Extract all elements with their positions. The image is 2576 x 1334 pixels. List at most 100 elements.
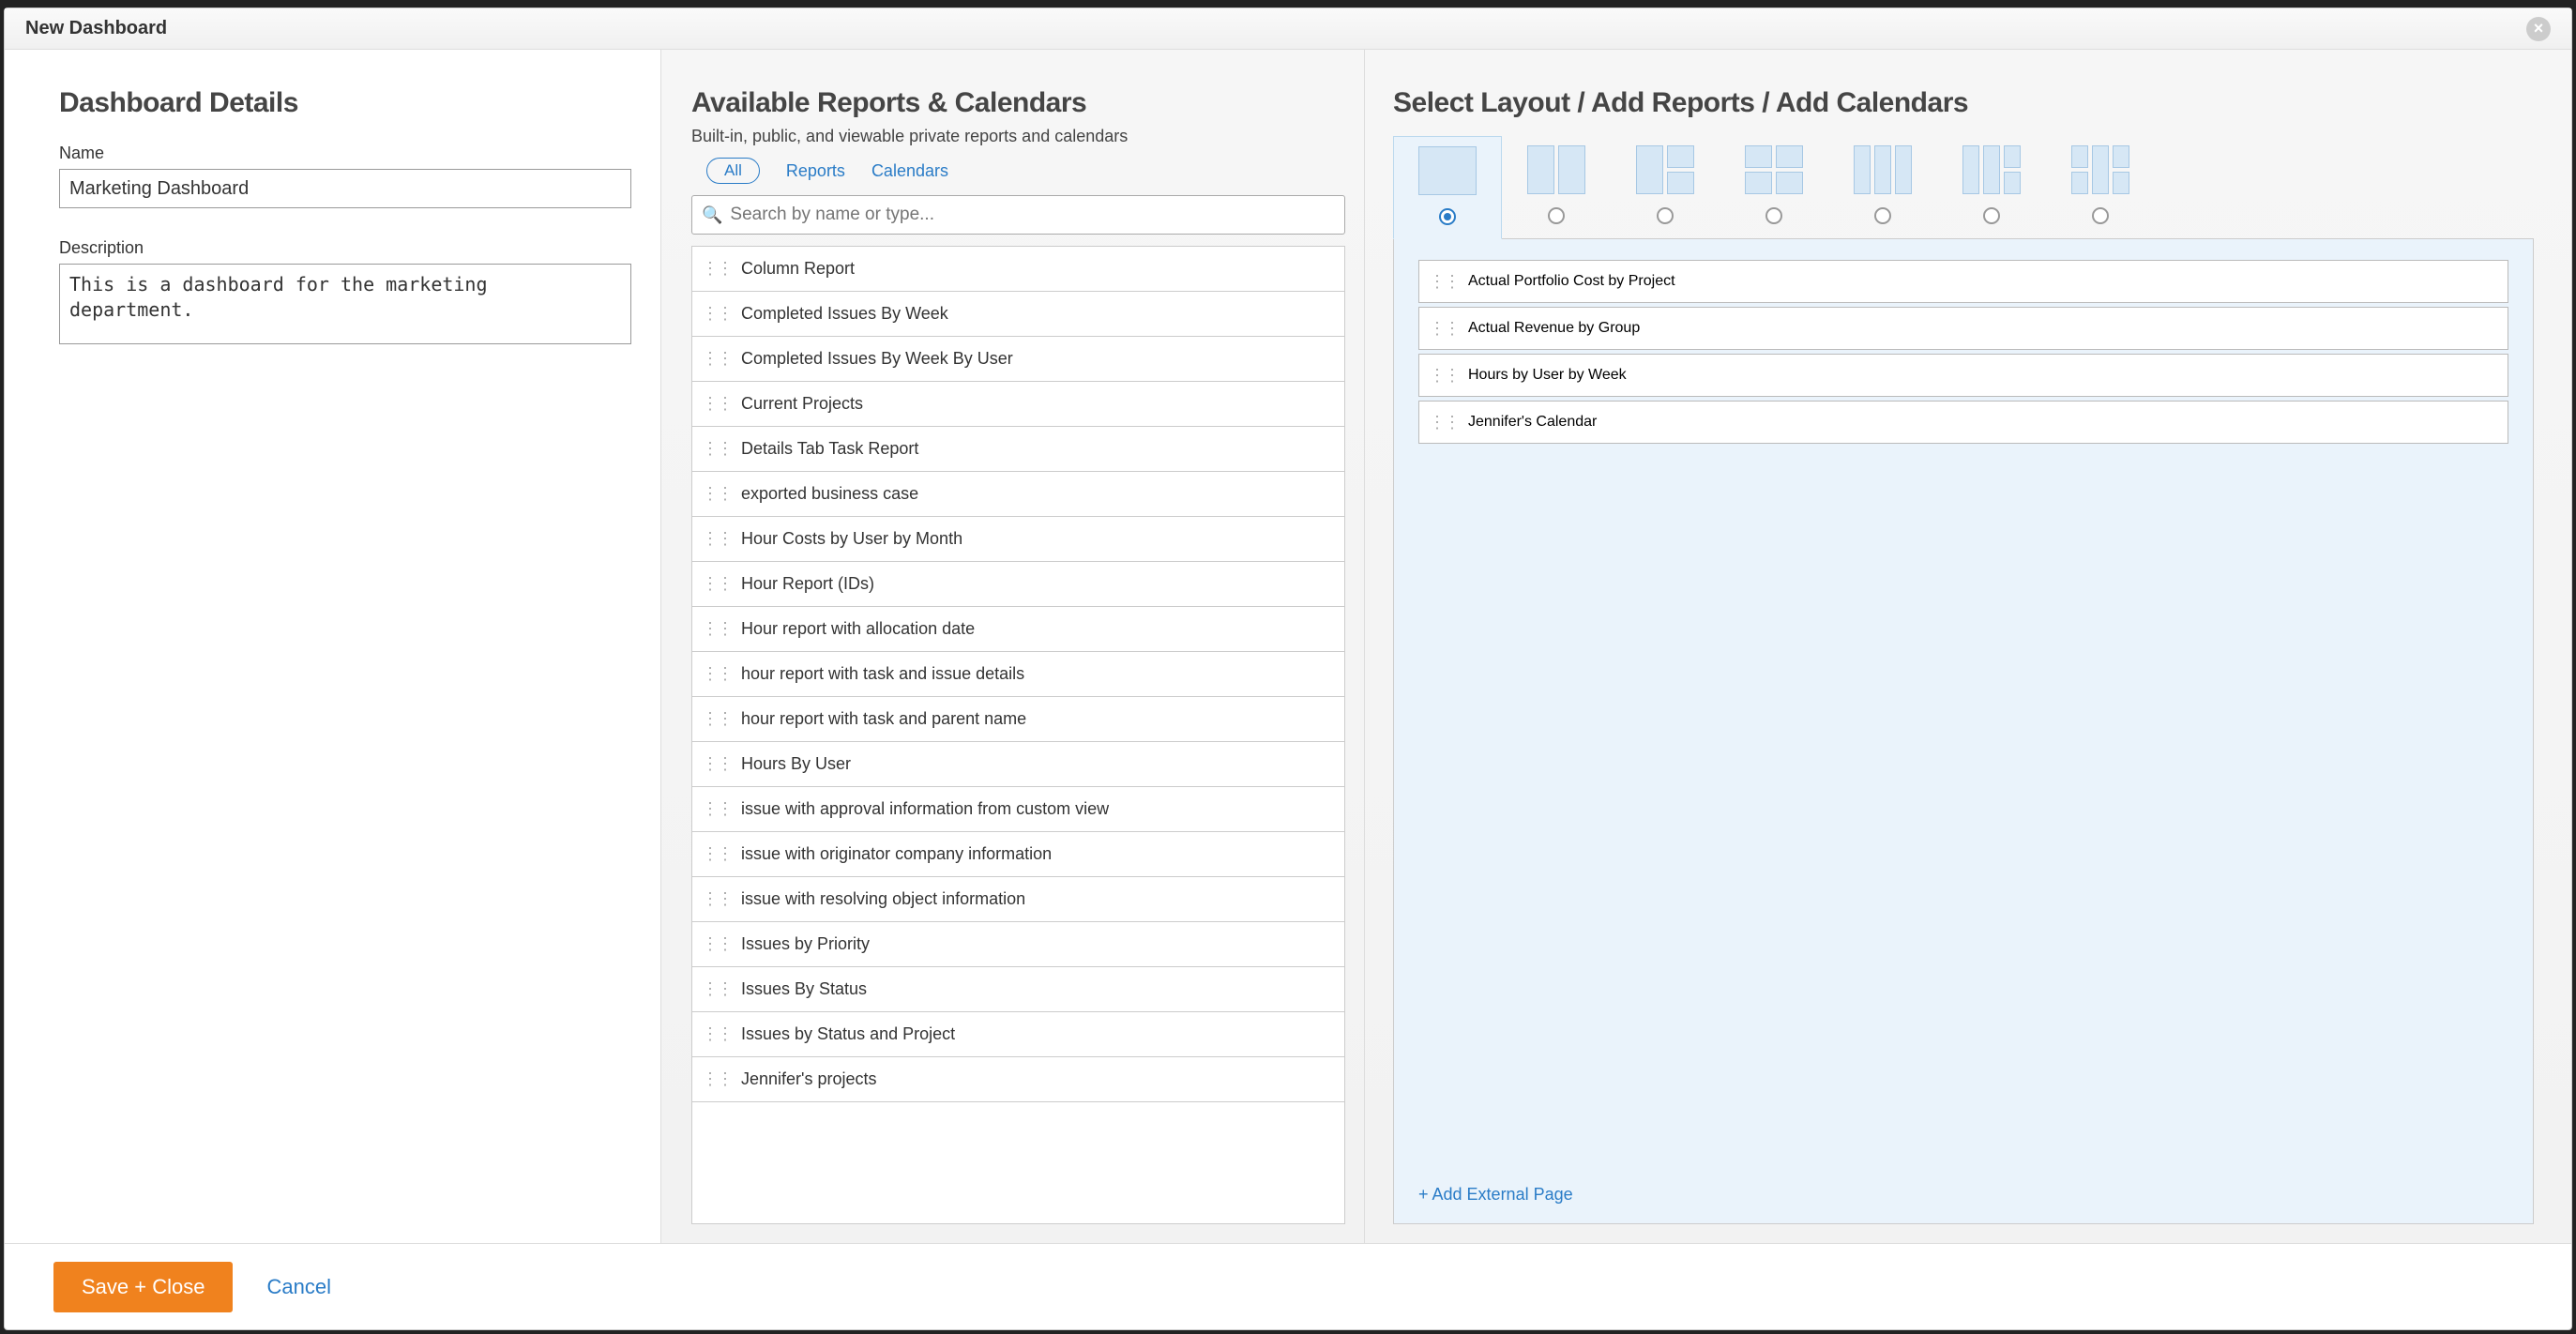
layout-thumbnail-icon	[1527, 145, 1585, 194]
available-item[interactable]: ⋮⋮hour report with task and parent name	[692, 697, 1344, 742]
available-item[interactable]: ⋮⋮ Hour Report (IDs)	[692, 562, 1344, 607]
drag-handle-icon[interactable]: ⋮⋮	[702, 574, 732, 594]
drag-handle-icon[interactable]: ⋮⋮	[1429, 319, 1459, 339]
available-item[interactable]: ⋮⋮Hours By User	[692, 742, 1344, 787]
dropped-list[interactable]: ⋮⋮ Actual Portfolio Cost by Project ⋮⋮ Actu…	[1418, 260, 2508, 1172]
layout-thumbnail-icon	[1745, 145, 1803, 194]
drag-handle-icon[interactable]: ⋮⋮	[702, 709, 732, 729]
dropped-item[interactable]: ⋮⋮ Actual Portfolio Cost by Project	[1418, 260, 2508, 303]
dropped-item[interactable]: ⋮⋮ Jennifer's Calendar	[1418, 401, 2508, 444]
layout-heading: Select Layout / Add Reports / Add Calend…	[1393, 87, 2534, 119]
layout-option[interactable]	[2046, 136, 2155, 238]
available-item-label: Issues by Priority	[741, 934, 870, 954]
available-item-label: Hour Report (IDs)	[741, 574, 874, 594]
description-label: Description	[59, 238, 606, 258]
dropped-item-label: Jennifer's Calendar	[1468, 414, 1597, 431]
available-item[interactable]: ⋮⋮ Column Report	[692, 247, 1344, 292]
layout-radio[interactable]	[1548, 207, 1565, 224]
layout-option[interactable]	[1937, 136, 2046, 238]
drag-handle-icon[interactable]: ⋮⋮	[702, 979, 732, 999]
layout-thumbnail-icon	[2071, 145, 2129, 194]
available-item[interactable]: ⋮⋮exported business case	[692, 472, 1344, 517]
search-box[interactable]: 🔍	[691, 195, 1345, 235]
filter-calendars-button[interactable]: Calendars	[871, 161, 948, 181]
drag-handle-icon[interactable]: ⋮⋮	[702, 259, 732, 279]
available-item-label: Completed Issues By Week By User	[741, 349, 1013, 369]
drag-handle-icon[interactable]: ⋮⋮	[702, 439, 732, 459]
available-item[interactable]: ⋮⋮Completed Issues By Week	[692, 292, 1344, 337]
close-icon[interactable]: ×	[2526, 17, 2551, 41]
drag-handle-icon[interactable]: ⋮⋮	[702, 394, 732, 414]
layout-thumbnail-icon	[1962, 145, 2021, 194]
layout-option[interactable]	[1720, 136, 1828, 238]
drag-handle-icon[interactable]: ⋮⋮	[702, 529, 732, 549]
drag-handle-icon[interactable]: ⋮⋮	[702, 1069, 732, 1089]
filter-reports-button[interactable]: Reports	[786, 161, 845, 181]
save-close-button[interactable]: Save + Close	[53, 1262, 233, 1312]
available-item[interactable]: ⋮⋮Details Tab Task Report	[692, 427, 1344, 472]
layout-thumbnail-icon	[1418, 146, 1477, 195]
drag-handle-icon[interactable]: ⋮⋮	[702, 934, 732, 954]
drag-handle-icon[interactable]: ⋮⋮	[702, 754, 732, 774]
layout-radio[interactable]	[2092, 207, 2109, 224]
dropped-item-label: Actual Portfolio Cost by Project	[1468, 273, 1675, 290]
name-input[interactable]	[59, 169, 631, 208]
available-item-label: issue with originator company informatio…	[741, 844, 1052, 864]
cancel-button[interactable]: Cancel	[266, 1275, 330, 1299]
drag-handle-icon[interactable]: ⋮⋮	[1429, 413, 1459, 432]
available-list[interactable]: ⋮⋮Column Report⋮⋮Completed Issues By Wee…	[691, 246, 1345, 1224]
available-item-label: Hour report with allocation date	[741, 619, 975, 639]
new-dashboard-modal: New Dashboard × Dashboard Details Name D…	[4, 8, 2572, 1330]
modal-body: Dashboard Details Name Description This …	[5, 50, 2571, 1243]
drag-handle-icon[interactable]: ⋮⋮	[702, 1024, 732, 1044]
layout-radio[interactable]	[1765, 207, 1782, 224]
layout-radio[interactable]	[1983, 207, 2000, 224]
available-heading: Available Reports & Calendars	[691, 87, 1345, 119]
layout-option[interactable]	[1393, 136, 1502, 239]
search-input[interactable]	[730, 205, 1335, 225]
modal-footer: Save + Close Cancel	[5, 1243, 2571, 1329]
drag-handle-icon[interactable]: ⋮⋮	[702, 349, 732, 369]
available-item-label: issue with resolving object information	[741, 889, 1025, 909]
add-external-page-button[interactable]: + Add External Page	[1418, 1181, 2508, 1208]
details-panel: Dashboard Details Name Description This …	[5, 50, 661, 1243]
drag-handle-icon[interactable]: ⋮⋮	[702, 889, 732, 909]
drag-handle-icon[interactable]: ⋮⋮	[702, 304, 732, 324]
available-item[interactable]: ⋮⋮Jennifer's projects	[692, 1057, 1344, 1102]
available-item[interactable]: ⋮⋮Current Projects	[692, 382, 1344, 427]
available-item[interactable]: ⋮⋮ issue with resolving object informatio…	[692, 877, 1344, 922]
dropped-item-label: Actual Revenue by Group	[1468, 320, 1640, 337]
available-item[interactable]: ⋮⋮issue with approval information from c…	[692, 787, 1344, 832]
filter-all-button[interactable]: All	[706, 158, 760, 184]
available-item[interactable]: ⋮⋮ Hour report with allocation date	[692, 607, 1344, 652]
available-item-label: Column Report	[741, 259, 855, 279]
drag-handle-icon[interactable]: ⋮⋮	[702, 619, 732, 639]
layout-radio[interactable]	[1657, 207, 1674, 224]
drag-handle-icon[interactable]: ⋮⋮	[1429, 366, 1459, 386]
layout-radio[interactable]	[1439, 208, 1456, 225]
available-item[interactable]: ⋮⋮ Issues by Status and Project	[692, 1012, 1344, 1057]
dropped-item[interactable]: ⋮⋮ Actual Revenue by Group	[1418, 307, 2508, 350]
available-subtitle: Built-in, public, and viewable private r…	[691, 127, 1345, 146]
layout-radio[interactable]	[1874, 207, 1891, 224]
drag-handle-icon[interactable]: ⋮⋮	[702, 799, 732, 819]
dropped-item[interactable]: ⋮⋮Hours by User by Week	[1418, 354, 2508, 397]
layout-option[interactable]	[1611, 136, 1720, 238]
drag-handle-icon[interactable]: ⋮⋮	[702, 484, 732, 504]
available-item[interactable]: ⋮⋮Issues By Status	[692, 967, 1344, 1012]
available-item[interactable]: ⋮⋮ issue with originator company informat…	[692, 832, 1344, 877]
description-input[interactable]: This is a dashboard for the marketing de…	[59, 264, 631, 344]
available-item-label: Issues by Status and Project	[741, 1024, 955, 1044]
drag-handle-icon[interactable]: ⋮⋮	[702, 664, 732, 684]
available-item[interactable]: ⋮⋮ Hour Costs by User by Month	[692, 517, 1344, 562]
layout-panel: Select Layout / Add Reports / Add Calend…	[1365, 50, 2571, 1243]
layout-option[interactable]	[1502, 136, 1611, 238]
layout-canvas: ⋮⋮ Actual Portfolio Cost by Project ⋮⋮ Actu…	[1393, 239, 2534, 1224]
available-item[interactable]: ⋮⋮ Issues by Priority	[692, 922, 1344, 967]
drag-handle-icon[interactable]: ⋮⋮	[1429, 272, 1459, 292]
available-item[interactable]: ⋮⋮ Completed Issues By Week By User	[692, 337, 1344, 382]
available-item[interactable]: ⋮⋮hour report with task and issue detail…	[692, 652, 1344, 697]
layout-option[interactable]	[1828, 136, 1937, 238]
available-item-label: Hour Costs by User by Month	[741, 529, 962, 549]
drag-handle-icon[interactable]: ⋮⋮	[702, 844, 732, 864]
